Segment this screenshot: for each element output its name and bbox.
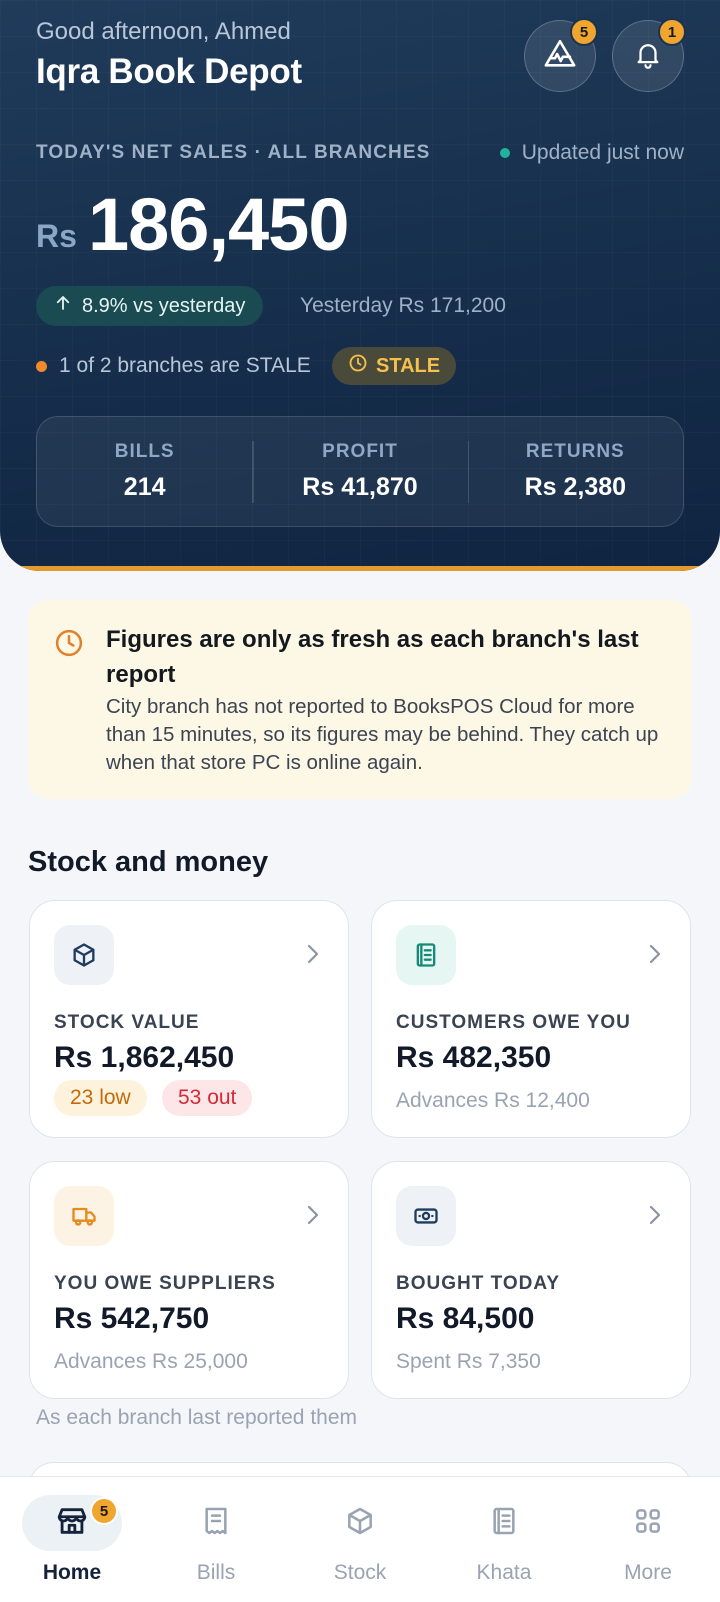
card-value: Rs 84,500 (396, 1302, 535, 1335)
nav-home[interactable]: 5 Home (0, 1477, 144, 1602)
hero-header: Good afternoon, Ahmed Iqra Book Depot 5 … (0, 0, 720, 571)
warning-pulse-icon (543, 37, 577, 76)
card-subtext: Advances Rs 12,400 (396, 1089, 590, 1112)
yesterday-sales: Yesterday Rs 171,200 (300, 294, 506, 317)
out-of-stock-tag[interactable]: 53 out (162, 1080, 253, 1116)
card-subtext: Advances Rs 25,000 (54, 1350, 248, 1373)
updated-text: Updated just now (521, 141, 684, 164)
nav-label: More (624, 1561, 672, 1584)
change-text: 8.9% vs yesterday (82, 294, 246, 317)
stale-badge[interactable]: STALE (332, 347, 457, 385)
alerts-button[interactable]: 5 (524, 18, 598, 92)
chevron-right-icon (648, 943, 662, 970)
net-sales-amount: 186,450 (88, 183, 349, 266)
nav-label: Khata (476, 1561, 532, 1584)
nav-label: Bills (196, 1561, 236, 1584)
arrow-up-icon (54, 294, 72, 318)
stale-text: 1 of 2 branches are STALE (59, 354, 311, 377)
stat-label: BILLS (114, 441, 175, 462)
card-value: Rs 542,750 (54, 1302, 210, 1335)
bought-today-card[interactable]: BOUGHT TODAY Rs 84,500 Spent Rs 7,350 (371, 1161, 691, 1399)
ledger-icon (488, 1505, 520, 1542)
section-title: Stock and money (28, 846, 269, 878)
stat-value: Rs 2,380 (524, 473, 627, 501)
chevron-right-icon (648, 1204, 662, 1231)
clock-icon (54, 628, 84, 663)
stale-dot-icon (36, 360, 47, 372)
home-badge: 5 (90, 1497, 118, 1525)
section-footnote: As each branch last reported them (36, 1406, 358, 1429)
notifications-button[interactable]: 1 (612, 18, 686, 92)
card-subtext: Spent Rs 7,350 (396, 1350, 541, 1373)
bell-icon (633, 39, 663, 74)
truck-icon (54, 1186, 114, 1246)
stat-value: Rs 41,870 (302, 473, 418, 501)
today-stats: BILLS 214 PROFIT Rs 41,870 RETURNS Rs 2,… (36, 416, 684, 527)
currency-label: Rs (36, 218, 77, 254)
nav-label: Stock (333, 1561, 387, 1584)
ledger-icon (396, 925, 456, 985)
stale-status: 1 of 2 branches are STALE (36, 354, 311, 378)
freshness-notice: Figures are only as fresh as each branch… (28, 600, 692, 799)
suppliers-owed-card[interactable]: YOU OWE SUPPLIERS Rs 542,750 Advances Rs… (29, 1161, 349, 1399)
updated-status: Updated just now (499, 141, 684, 165)
stat-returns: RETURNS Rs 2,380 (467, 441, 683, 503)
stat-bills: BILLS 214 (37, 441, 252, 502)
box-icon (344, 1505, 376, 1542)
notice-body: City branch has not reported to BooksPOS… (106, 695, 659, 774)
nav-more-icon-wrap (598, 1495, 698, 1551)
grid-icon (632, 1505, 664, 1542)
box-icon (54, 925, 114, 985)
nav-khata[interactable]: Khata (432, 1477, 576, 1602)
stat-value: 214 (123, 473, 166, 501)
notifications-count-badge: 1 (658, 18, 686, 46)
card-value: Rs 482,350 (396, 1041, 552, 1074)
nav-bills-icon-wrap (166, 1495, 266, 1551)
notice-title: Figures are only as fresh as each branch… (106, 626, 639, 688)
live-dot-icon (499, 148, 510, 158)
nav-stock-icon-wrap (310, 1495, 410, 1551)
cash-icon (396, 1186, 456, 1246)
card-value: Rs 1,862,450 (54, 1041, 235, 1074)
alerts-count-badge: 5 (570, 18, 598, 46)
stat-label: RETURNS (525, 441, 625, 462)
chevron-right-icon (306, 943, 320, 970)
greeting-text: Good afternoon, Ahmed (36, 18, 291, 45)
stat-label: PROFIT (322, 441, 398, 462)
nav-khata-icon-wrap (454, 1495, 554, 1551)
stat-profit: PROFIT Rs 41,870 (252, 441, 467, 503)
stock-value-card[interactable]: STOCK VALUE Rs 1,862,450 23 low 53 out (29, 900, 349, 1138)
card-label: STOCK VALUE (54, 1012, 200, 1033)
card-label: BOUGHT TODAY (396, 1273, 561, 1294)
receipt-icon (200, 1505, 232, 1542)
stale-badge-label: STALE (376, 354, 441, 377)
chevron-right-icon (306, 1204, 320, 1231)
nav-bills[interactable]: Bills (144, 1477, 288, 1602)
nav-label: Home (42, 1561, 102, 1584)
store-icon (55, 1504, 89, 1543)
change-pill: 8.9% vs yesterday (36, 286, 264, 326)
bottom-nav: 5 Home Bills Stock Khata More (0, 1476, 720, 1602)
nav-stock[interactable]: Stock (288, 1477, 432, 1602)
nav-more[interactable]: More (576, 1477, 720, 1602)
low-stock-tag[interactable]: 23 low (54, 1080, 147, 1116)
card-label: CUSTOMERS OWE YOU (396, 1012, 631, 1033)
shop-name: Iqra Book Depot (36, 52, 302, 91)
customers-owe-card[interactable]: CUSTOMERS OWE YOU Rs 482,350 Advances Rs… (371, 900, 691, 1138)
clock-icon (348, 353, 368, 379)
card-label: YOU OWE SUPPLIERS (54, 1273, 276, 1294)
net-sales-label: TODAY'S NET SALES · ALL BRANCHES (36, 142, 431, 163)
